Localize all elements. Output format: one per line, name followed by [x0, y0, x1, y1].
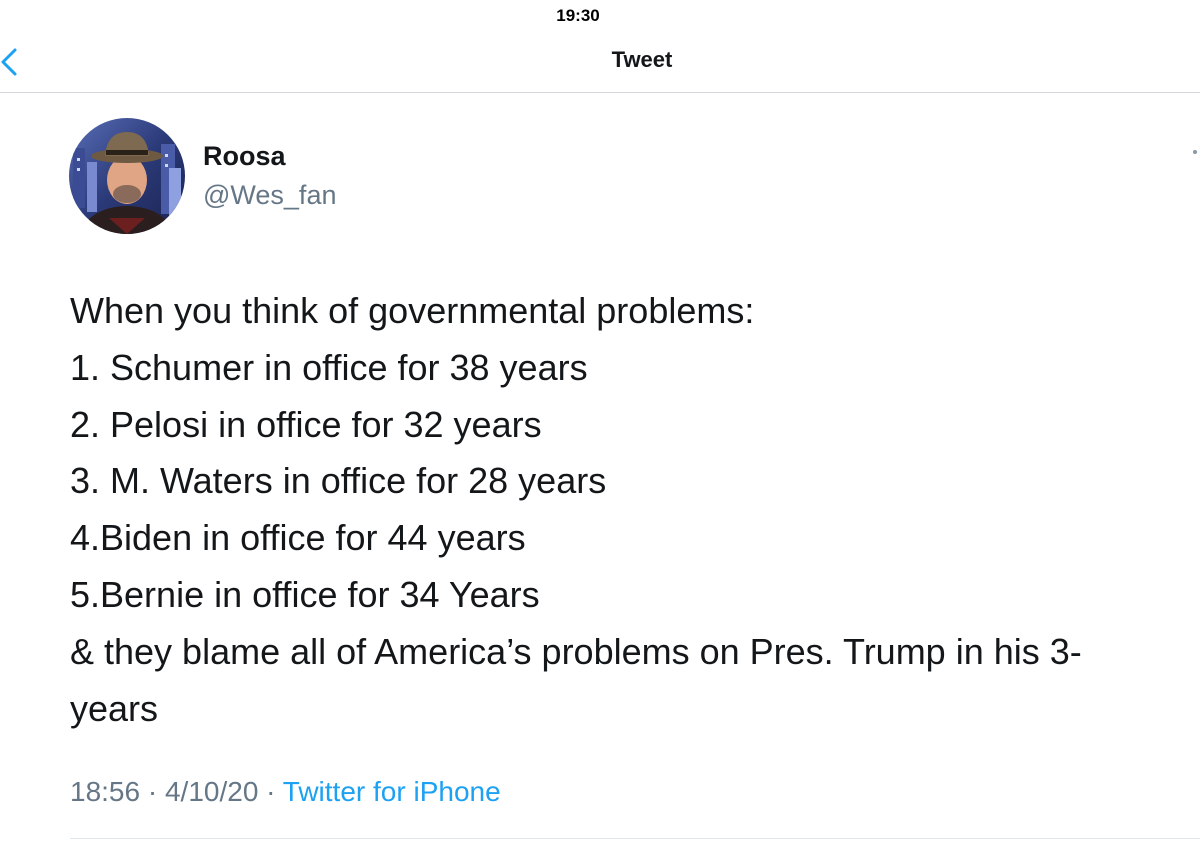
author-handle[interactable]: @Wes_fan: [203, 180, 336, 211]
tweet-text: When you think of governmental problems:…: [70, 283, 1170, 737]
meta-separator: ·: [258, 776, 283, 807]
tweet-line: 3. M. Waters in office for 28 years: [70, 460, 607, 502]
tweet-line: 5.Bernie in office for 34 Years: [70, 573, 540, 615]
avatar[interactable]: [69, 118, 185, 234]
navigation-bar: Tweet: [0, 30, 1200, 93]
author-name[interactable]: Roosa: [203, 141, 286, 172]
tweet-metadata: 18:56 · 4/10/20 · Twitter for iPhone: [70, 776, 501, 808]
tweet-line: & they blame all of America’s problems o…: [70, 630, 1082, 672]
avatar-photo: [69, 118, 185, 234]
tweet-line: 2. Pelosi in office for 32 years: [70, 403, 542, 445]
meta-separator: ·: [140, 776, 165, 807]
tweet-time: 18:56: [70, 776, 141, 807]
tweet-line: When you think of governmental problems:: [70, 290, 755, 331]
page-title: Tweet: [611, 47, 673, 72]
status-bar: 19:30: [0, 0, 1200, 30]
more-options-icon[interactable]: [1193, 150, 1197, 154]
tweet-date: 4/10/20: [164, 776, 259, 807]
tweet-line: 1. Schumer in office for 38 years: [70, 346, 588, 388]
status-time: 19:30: [556, 6, 600, 25]
tweet-line: 4.Biden in office for 44 years: [70, 517, 526, 559]
tweet-line: years: [70, 687, 159, 729]
tweet-source-link[interactable]: Twitter for iPhone: [283, 776, 501, 807]
divider: [70, 838, 1200, 839]
